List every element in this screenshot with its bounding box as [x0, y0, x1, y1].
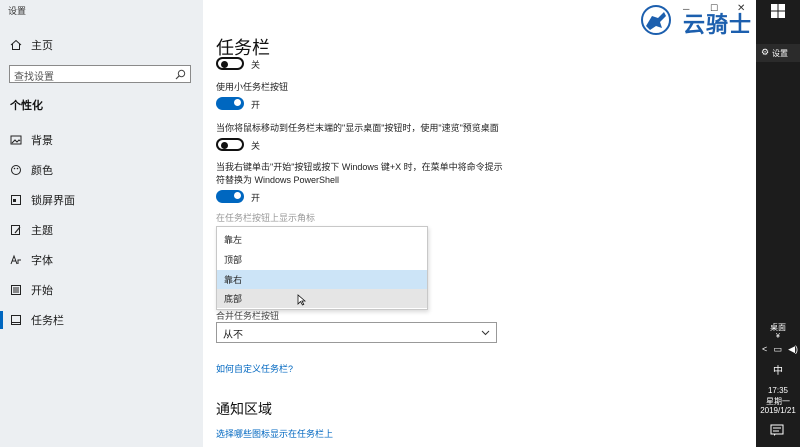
sidebar-item-start[interactable]: 开始	[0, 279, 203, 301]
mouse-cursor-icon	[297, 294, 306, 306]
taskbar-settings-app[interactable]: ⚙ 设置	[756, 44, 800, 62]
sidebar-item-label: 主题	[31, 225, 53, 237]
image-icon	[9, 133, 23, 147]
brush-icon	[9, 223, 23, 237]
toggle-small-buttons[interactable]	[216, 97, 244, 110]
sidebar-item-themes[interactable]: 主题	[0, 219, 203, 241]
combine-buttons-select[interactable]: 从不	[216, 322, 497, 343]
toggle-state: 开	[251, 193, 261, 203]
gear-icon: ⚙	[761, 47, 770, 57]
toggle-peek[interactable]	[216, 138, 244, 151]
sidebar-item-label: 颜色	[31, 165, 53, 177]
watermark-text: 云骑士	[683, 12, 753, 37]
toggle-state: 关	[251, 141, 261, 151]
sidebar-item-colors[interactable]: 颜色	[0, 159, 203, 181]
home-icon	[9, 38, 23, 52]
dropdown-option-hovered[interactable]: 底部	[217, 289, 427, 308]
setting-label-peek: 当你将鼠标移动到任务栏末端的"显示桌面"按钮时，使用"速览"预览桌面	[216, 123, 499, 133]
toggle-switch[interactable]	[216, 57, 244, 70]
sidebar: 设置 主页 查找设置 个性化 背景 颜色 锁屏界面 主题 字体 开始 任务栏	[0, 0, 203, 447]
dropdown-option[interactable]: 顶部	[217, 250, 427, 269]
start-icon	[9, 283, 23, 297]
toggle-powershell[interactable]	[216, 190, 244, 203]
sidebar-item-fonts[interactable]: 字体	[0, 249, 203, 271]
sidebar-item-background[interactable]: 背景	[0, 129, 203, 151]
choose-icons-link[interactable]: 选择哪些图标显示在任务栏上	[216, 427, 333, 440]
sidebar-item-home[interactable]: 主页	[0, 34, 203, 56]
section-heading: 个性化	[10, 100, 43, 112]
window-title: 设置	[8, 6, 27, 16]
setting-label-powershell: 当我右键单击"开始"按钮或按下 Windows 键+X 时，在菜单中将命令提示符…	[216, 162, 503, 185]
toggle-knob	[234, 99, 241, 106]
dropdown-option[interactable]: 靠左	[217, 230, 427, 249]
taskbar-icon	[9, 313, 23, 327]
chevron-double-down-icon[interactable]: ¥	[756, 333, 800, 340]
chevron-down-icon	[481, 330, 490, 336]
toggle-knob	[234, 192, 241, 199]
taskbar-settings-label: 设置	[772, 49, 788, 58]
toggle-state: 开	[251, 100, 261, 110]
dropdown-option-selected[interactable]: 靠右	[217, 270, 427, 289]
taskbar	[756, 0, 800, 447]
combine-value: 从不	[223, 330, 243, 341]
sidebar-item-taskbar[interactable]: 任务栏	[0, 309, 203, 331]
customize-taskbar-link[interactable]: 如何自定义任务栏?	[216, 362, 293, 375]
search-input[interactable]: 查找设置	[9, 65, 191, 83]
toggle-state: 关	[251, 60, 261, 70]
badge-label: 在任务栏按钮上显示角标	[216, 213, 316, 223]
toggle-knob	[221, 60, 228, 68]
desktop-label[interactable]: 桌面	[756, 322, 800, 333]
clock-time[interactable]: 17:35	[756, 386, 800, 395]
logo-horse-rider-icon	[641, 5, 671, 35]
setting-label-small-buttons: 使用小任务栏按钮	[216, 82, 289, 92]
sidebar-item-label: 主页	[31, 40, 53, 52]
font-icon	[9, 253, 23, 267]
network-icon[interactable]: ▭	[773, 344, 782, 355]
clock-date[interactable]: 2019/1/21	[756, 406, 800, 415]
sidebar-item-label: 开始	[31, 285, 53, 297]
sidebar-item-label: 背景	[31, 135, 53, 147]
system-tray: < ▭ ◀)	[762, 344, 798, 355]
sidebar-item-lockscreen[interactable]: 锁屏界面	[0, 189, 203, 211]
lock-screen-icon	[9, 193, 23, 207]
windows-start-icon[interactable]	[770, 3, 786, 19]
palette-icon	[9, 163, 23, 177]
volume-icon[interactable]: ◀)	[788, 344, 798, 355]
search-placeholder: 查找设置	[14, 72, 54, 83]
notification-center-icon[interactable]	[770, 424, 784, 437]
chevron-left-icon[interactable]: <	[762, 344, 767, 355]
search-icon	[175, 69, 186, 80]
notification-area-heading: 通知区域	[216, 401, 272, 417]
taskbar-position-dropdown: 靠左 顶部 靠右 底部	[216, 226, 428, 310]
ime-indicator[interactable]: 中	[756, 362, 800, 377]
toggle-knob	[221, 141, 228, 149]
sidebar-item-label: 字体	[31, 255, 53, 267]
sidebar-item-label: 锁屏界面	[31, 195, 75, 207]
sidebar-item-label: 任务栏	[31, 315, 64, 327]
